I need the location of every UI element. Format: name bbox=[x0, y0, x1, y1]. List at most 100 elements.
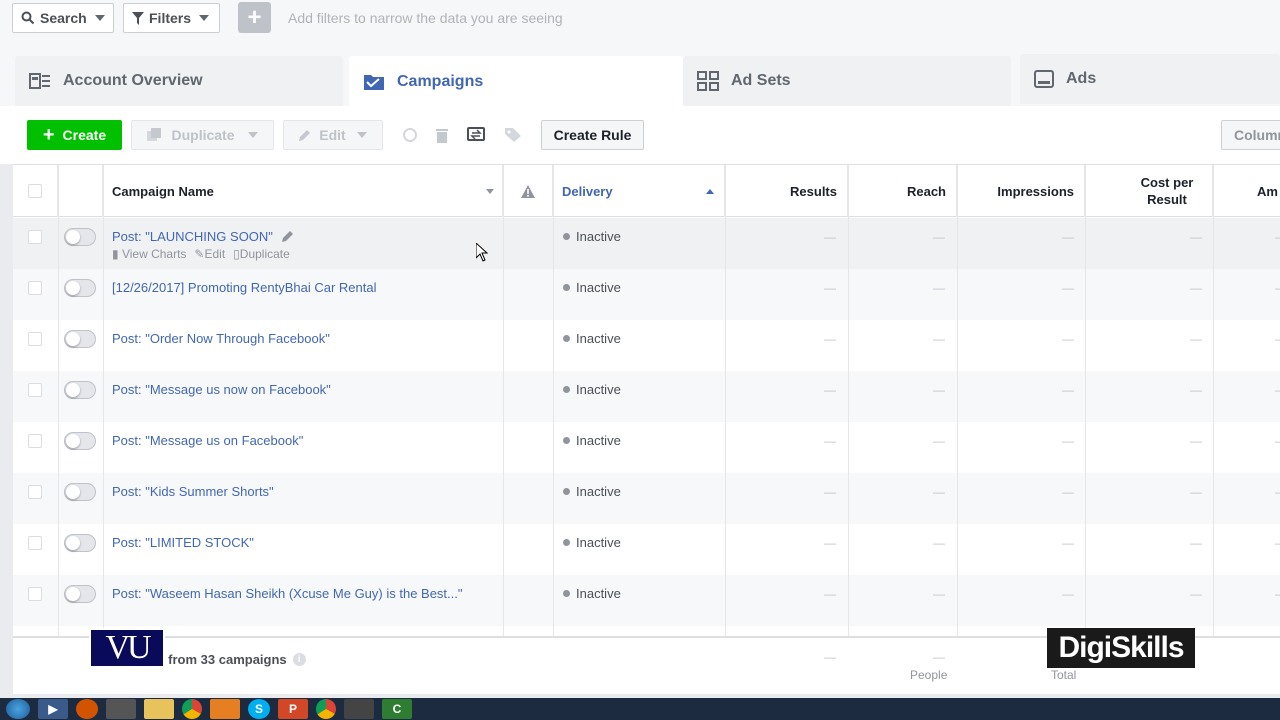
camera-app-icon[interactable] bbox=[344, 699, 374, 719]
reach-header[interactable]: Reach bbox=[848, 165, 957, 217]
campaign-name-link[interactable]: Post: "Message us on Facebook" bbox=[112, 433, 303, 448]
row-checkbox[interactable] bbox=[28, 485, 42, 499]
campaign-toggle[interactable] bbox=[64, 585, 96, 603]
campaign-toggle[interactable] bbox=[64, 483, 96, 501]
columns-button[interactable]: Columns bbox=[1221, 120, 1280, 150]
header-label: Impressions bbox=[997, 183, 1074, 199]
table-row[interactable]: Post: "Message us now on Facebook" Inacti… bbox=[13, 371, 1280, 422]
filters-button[interactable]: Filters bbox=[123, 3, 220, 33]
table-row[interactable]: Post: "LIMITED STOCK" Inactive — — — — — bbox=[13, 524, 1280, 575]
table-row[interactable]: Post: "Kids Summer Shorts" Inactive — — — — — bbox=[13, 473, 1280, 524]
row-checkbox[interactable] bbox=[28, 383, 42, 397]
firefox-icon[interactable] bbox=[76, 699, 98, 719]
create-label: Create bbox=[62, 127, 107, 143]
status-dot-icon bbox=[563, 335, 570, 342]
edit-link[interactable]: ✎Edit bbox=[194, 247, 225, 261]
info-icon[interactable]: i bbox=[292, 653, 306, 666]
cost-per-result-header[interactable]: Cost per Result bbox=[1085, 165, 1213, 217]
metric-empty-value: — bbox=[933, 332, 945, 346]
metric-empty-value: — bbox=[933, 485, 945, 499]
campaign-name-link[interactable]: Post: "Order Now Through Facebook" bbox=[112, 331, 330, 346]
campaign-name-link[interactable]: Post: "LIMITED STOCK" bbox=[112, 535, 254, 550]
campaign-toggle[interactable] bbox=[64, 330, 96, 348]
results-header[interactable]: Results bbox=[725, 165, 848, 217]
campaign-toggle[interactable] bbox=[64, 534, 96, 552]
tag-button[interactable] bbox=[499, 120, 527, 150]
metric-empty-value: — bbox=[1275, 383, 1280, 397]
grid-icon bbox=[697, 71, 719, 91]
impressions-header[interactable]: Impressions bbox=[957, 165, 1085, 217]
delivery-header[interactable]: Delivery bbox=[553, 165, 725, 217]
camtasia-icon[interactable]: C bbox=[382, 699, 412, 719]
table-row[interactable]: Post: "Order Now Through Facebook" Inacti… bbox=[13, 320, 1280, 371]
bar-chart-icon: ▮ bbox=[112, 247, 122, 261]
create-rule-button[interactable]: Create Rule bbox=[541, 120, 644, 150]
metric-empty-value: — bbox=[1275, 434, 1280, 448]
campaign-toggle[interactable] bbox=[64, 228, 96, 246]
chrome-icon[interactable] bbox=[182, 699, 202, 719]
delivery-status: Inactive bbox=[563, 484, 621, 499]
edit-button[interactable]: Edit bbox=[283, 120, 383, 150]
calendar-app-icon[interactable] bbox=[106, 699, 136, 719]
campaign-toggle[interactable] bbox=[64, 432, 96, 450]
create-button[interactable]: + Create bbox=[27, 120, 122, 150]
trash-icon bbox=[436, 129, 448, 143]
powerpoint-icon[interactable]: P bbox=[278, 699, 308, 719]
delete-button[interactable] bbox=[428, 120, 456, 150]
view-charts-link[interactable]: ▮ View Charts bbox=[112, 247, 186, 261]
chrome-icon[interactable] bbox=[316, 699, 336, 719]
campaign-toggle[interactable] bbox=[64, 279, 96, 297]
pencil-icon[interactable] bbox=[282, 230, 294, 242]
row-checkbox[interactable] bbox=[28, 587, 42, 601]
campaign-toggle[interactable] bbox=[64, 381, 96, 399]
tab-ad-sets[interactable]: Ad Sets bbox=[683, 56, 1011, 106]
add-filter-button[interactable]: + bbox=[238, 2, 271, 33]
duplicate-link[interactable]: ▯Duplicate bbox=[233, 247, 290, 261]
chevron-down-icon bbox=[356, 132, 367, 138]
select-all-checkbox[interactable] bbox=[28, 184, 42, 198]
row-checkbox[interactable] bbox=[28, 281, 42, 295]
table-row[interactable]: Post: "Message us on Facebook" Inactive — —… bbox=[13, 422, 1280, 473]
skype-icon[interactable]: S bbox=[248, 699, 270, 719]
campaign-name-link[interactable]: Post: "Message us now on Facebook" bbox=[112, 382, 331, 397]
tab-campaigns[interactable]: Campaigns bbox=[349, 56, 683, 108]
tab-account-overview[interactable]: Account Overview bbox=[15, 56, 343, 106]
tab-label: Account Overview bbox=[63, 72, 203, 89]
metric-empty-value: — bbox=[1062, 383, 1074, 397]
start-button-icon[interactable] bbox=[6, 699, 30, 719]
row-checkbox[interactable] bbox=[28, 230, 42, 244]
app-icon[interactable] bbox=[210, 699, 240, 719]
duplicate-label: Duplicate bbox=[171, 127, 235, 143]
table-row[interactable]: Post: "LAUNCHING SOON" ▮ View Charts ✎Ed… bbox=[13, 218, 1280, 269]
campaign-name-link[interactable]: [12/26/2017] Promoting RentyBhai Car Ren… bbox=[112, 280, 377, 295]
metric-empty-value: — bbox=[1190, 587, 1202, 601]
tab-ads[interactable]: Ads bbox=[1020, 54, 1280, 104]
refresh-button[interactable] bbox=[396, 120, 424, 150]
warning-header[interactable] bbox=[503, 165, 553, 217]
table-row[interactable]: Post: "Waseem Hasan Sheikh (Xcuse Me Guy… bbox=[13, 575, 1280, 626]
metric-empty-value: — bbox=[1190, 332, 1202, 346]
duplicate-button[interactable]: Duplicate bbox=[131, 120, 274, 150]
metric-empty-value: — bbox=[1062, 587, 1074, 601]
delivery-label: Inactive bbox=[576, 229, 621, 244]
search-button[interactable]: Search bbox=[12, 3, 114, 33]
row-checkbox[interactable] bbox=[28, 434, 42, 448]
media-player-icon[interactable]: ▶ bbox=[38, 699, 68, 719]
amount-spent-header[interactable]: Am bbox=[1213, 165, 1280, 217]
campaign-name-link[interactable]: Post: "Kids Summer Shorts" bbox=[112, 484, 274, 499]
ab-test-button[interactable] bbox=[462, 120, 490, 150]
table-header: Campaign Name Delivery Results Reach Imp… bbox=[13, 165, 1280, 217]
folder-icon[interactable] bbox=[144, 699, 174, 719]
metric-empty-value: — bbox=[1062, 485, 1074, 499]
metric-empty-value: — bbox=[1275, 332, 1280, 346]
campaign-name-link[interactable]: Post: "LAUNCHING SOON" bbox=[112, 229, 273, 244]
metric-empty-value: — bbox=[933, 383, 945, 397]
row-checkbox[interactable] bbox=[28, 332, 42, 346]
toolbar: + Create Duplicate Edit Create Rule Colu… bbox=[0, 106, 1280, 164]
table-row[interactable]: [12/26/2017] Promoting RentyBhai Car Ren… bbox=[13, 269, 1280, 320]
campaign-name-link[interactable]: Post: "Waseem Hasan Sheikh (Xcuse Me Guy… bbox=[112, 586, 463, 601]
status-dot-icon bbox=[563, 386, 570, 393]
row-checkbox[interactable] bbox=[28, 536, 42, 550]
campaign-name-header[interactable]: Campaign Name bbox=[103, 165, 503, 217]
select-all-cell bbox=[13, 165, 58, 217]
